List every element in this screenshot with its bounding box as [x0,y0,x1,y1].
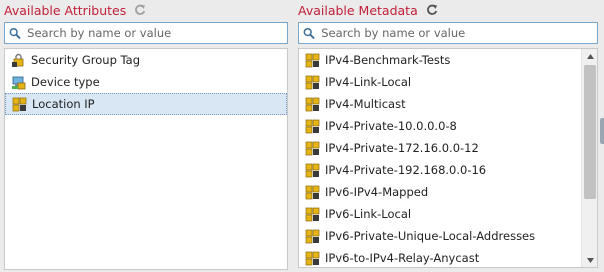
metadata-list: IPv4-Benchmark-Tests IPv4-Link-Local IPv… [298,48,598,268]
list-item[interactable]: IPv4-Private-192.168.0.0-16 [299,159,597,181]
list-item-label: IPv4-Link-Local [325,75,412,89]
attributes-refresh-icon[interactable] [134,4,146,16]
available-metadata-panel: Available Metadata IPv4-Benchmark-Tests … [298,0,598,268]
device-type-icon [12,76,26,89]
list-item[interactable]: IPv4-Multicast [299,93,597,115]
list-item-label: Device type [31,75,100,89]
scroll-down-arrow-icon[interactable] [582,253,598,267]
metadata-tag-icon [305,229,320,244]
list-item-label: IPv4-Private-10.0.0.0-8 [325,119,457,133]
list-item-label: IPv6-Link-Local [325,207,412,221]
list-item[interactable]: IPv4-Benchmark-Tests [299,49,597,71]
list-item-label: IPv4-Multicast [325,97,406,111]
metadata-tag-icon [305,75,320,90]
list-item-label: IPv6-IPv4-Mapped [325,185,429,199]
metadata-tag-icon [305,97,320,112]
metadata-search-box[interactable] [298,22,598,44]
metadata-search-input[interactable] [321,26,597,40]
list-item-label: IPv4-Private-192.168.0.0-16 [325,163,487,177]
list-item[interactable]: IPv6-IPv4-Mapped [299,181,597,203]
metadata-refresh-icon[interactable] [426,4,438,16]
list-item[interactable]: IPv4-Private-172.16.0.0-12 [299,137,597,159]
attributes-title: Available Attributes [4,2,127,18]
list-item-label: Security Group Tag [31,53,141,67]
list-item-security-group-tag[interactable]: Security Group Tag [5,49,287,71]
list-item[interactable]: IPv6-Private-Unique-Local-Addresses [299,225,597,247]
metadata-tag-icon [305,251,320,266]
attributes-search-input[interactable] [27,26,287,40]
list-item[interactable]: IPv6-Link-Local [299,203,597,225]
metadata-tag-icon [305,141,320,156]
search-icon [9,27,21,39]
metadata-tag-icon [305,163,320,178]
metadata-tag-icon [305,119,320,134]
available-attributes-panel: Available Attributes Security Group Tag [4,0,288,270]
metadata-tag-icon [305,185,320,200]
search-icon [303,27,315,39]
metadata-tag-icon [305,207,320,222]
list-item-location-ip[interactable]: Location IP [5,93,287,115]
security-group-tag-icon [12,53,24,67]
metadata-title: Available Metadata [298,2,418,18]
list-item-label: IPv4-Private-172.16.0.0-12 [325,141,479,155]
metadata-tag-icon [305,53,320,68]
list-item-label: IPv4-Benchmark-Tests [325,53,451,67]
metadata-scrollbar[interactable] [581,49,597,267]
scrollbar-thumb[interactable] [584,65,596,199]
location-ip-icon [12,97,27,111]
side-panel-handle[interactable] [600,118,604,144]
list-item-device-type[interactable]: Device type [5,71,287,93]
attributes-search-box[interactable] [4,22,288,44]
list-item[interactable]: IPv6-to-IPv4-Relay-Anycast [299,247,597,269]
attributes-list: Security Group Tag Device type Location … [4,48,288,270]
list-item-label: IPv6-Private-Unique-Local-Addresses [325,229,536,243]
scroll-up-arrow-icon[interactable] [582,49,598,63]
list-item-label: IPv6-to-IPv4-Relay-Anycast [325,251,480,265]
list-item[interactable]: IPv4-Link-Local [299,71,597,93]
metadata-header: Available Metadata [298,0,598,20]
list-item[interactable]: IPv4-Private-10.0.0.0-8 [299,115,597,137]
list-item-label: Location IP [32,97,95,111]
attributes-header: Available Attributes [4,0,288,20]
